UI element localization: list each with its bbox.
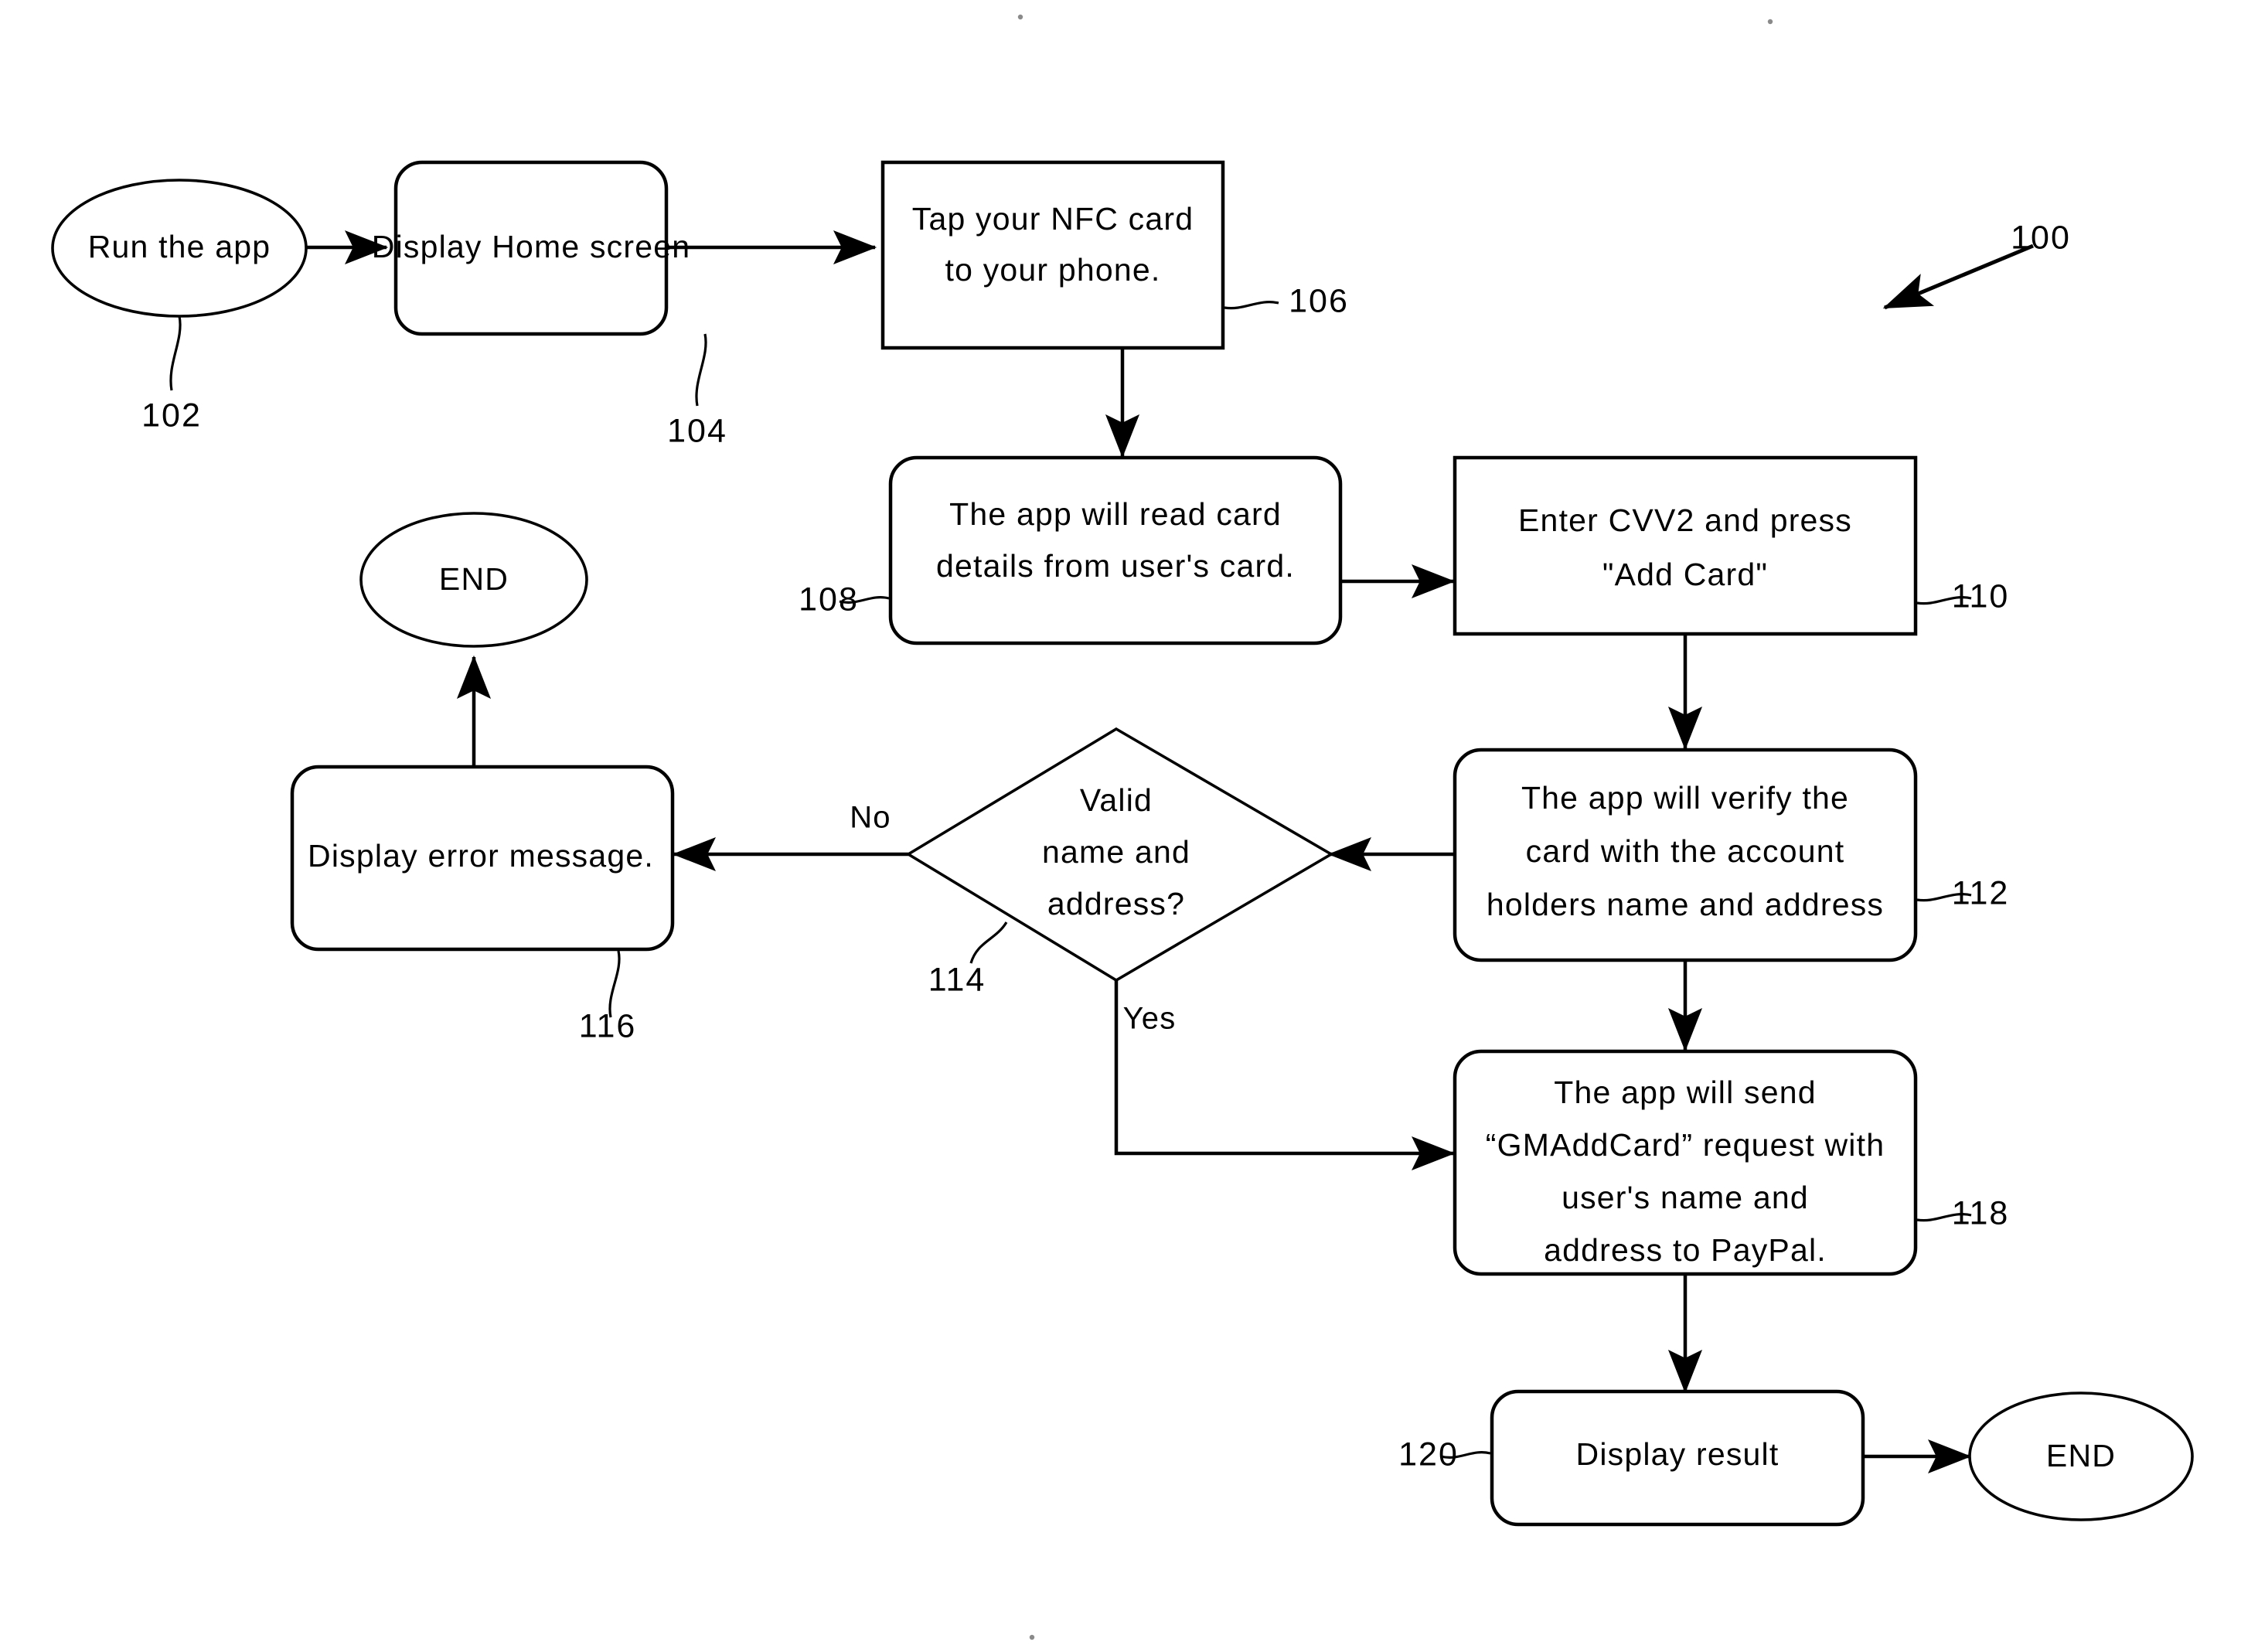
ref-number-110: 110 xyxy=(1952,577,2010,615)
ref-number-108: 108 xyxy=(799,581,859,618)
node-label-decision-line2: name and xyxy=(1042,834,1190,870)
leader-102 xyxy=(169,315,182,391)
flowchart-svg: Run the app 102 Display Home screen 104 … xyxy=(51,14,2194,1640)
node-label-display-home-screen: Display Home screen xyxy=(372,229,690,264)
send-line2-open-quote: “ xyxy=(1486,1127,1497,1163)
node-label-decision-line3: address? xyxy=(1047,886,1185,921)
node-label-send-line4: address to PayPal. xyxy=(1544,1232,1827,1268)
node-enter-cvv2[interactable] xyxy=(1453,455,1918,636)
ref-number-120: 120 xyxy=(1398,1436,1459,1473)
node-label-tap-nfc-line2: to your phone. xyxy=(945,252,1161,288)
ref-number-112: 112 xyxy=(1952,874,2010,911)
node-label-cvv-line2: "Add Card" xyxy=(1602,557,1768,592)
node-label-display-error: Display error message. xyxy=(308,838,654,874)
leader-106 xyxy=(1224,301,1279,310)
node-label-read-card-line1: The app will read card xyxy=(949,496,1282,532)
edge-label-no: No xyxy=(850,801,891,835)
node-label-tap-nfc-line1: Tap your NFC card xyxy=(912,201,1194,237)
ref-number-104: 104 xyxy=(667,412,727,449)
scan-speckle xyxy=(1767,19,1773,25)
ref-number-100: 100 xyxy=(2011,219,2071,256)
flowchart-canvas: Run the app 102 Display Home screen 104 … xyxy=(0,0,2241,1652)
node-label-display-result: Display result xyxy=(1576,1436,1780,1472)
send-line2-suffix: ” request with xyxy=(1681,1127,1885,1163)
node-label-verify-line3: holders name and address xyxy=(1487,887,1884,922)
node-label-end-left: END xyxy=(439,561,509,597)
ref-number-116: 116 xyxy=(579,1007,637,1044)
node-label-verify-line2: card with the account xyxy=(1526,833,1845,869)
scan-speckle xyxy=(1029,1634,1035,1640)
node-label-send-line2: “GMAddCard” request with xyxy=(1486,1127,1885,1163)
leader-104 xyxy=(695,333,707,407)
node-label-verify-line1: The app will verify the xyxy=(1521,780,1849,816)
scan-speckle xyxy=(1017,14,1023,20)
node-label-end-right: END xyxy=(2046,1438,2116,1473)
leader-114 xyxy=(969,921,1008,964)
send-line2-italic-token: GMAddCard xyxy=(1497,1127,1682,1163)
ref-number-102: 102 xyxy=(141,397,202,434)
node-label-cvv-line1: Enter CVV2 and press xyxy=(1518,502,1852,538)
node-label-run-the-app: Run the app xyxy=(88,229,271,264)
node-label-read-card-line2: details from user's card. xyxy=(936,548,1295,584)
ref-number-106: 106 xyxy=(1289,282,1349,319)
ref-number-118: 118 xyxy=(1952,1194,2010,1231)
edge-label-yes: Yes xyxy=(1123,1002,1177,1036)
node-label-decision-line1: Valid xyxy=(1080,782,1153,818)
node-label-send-line1: The app will send xyxy=(1554,1075,1816,1110)
node-label-send-line3: user's name and xyxy=(1562,1180,1809,1215)
ref-number-114: 114 xyxy=(928,961,986,998)
